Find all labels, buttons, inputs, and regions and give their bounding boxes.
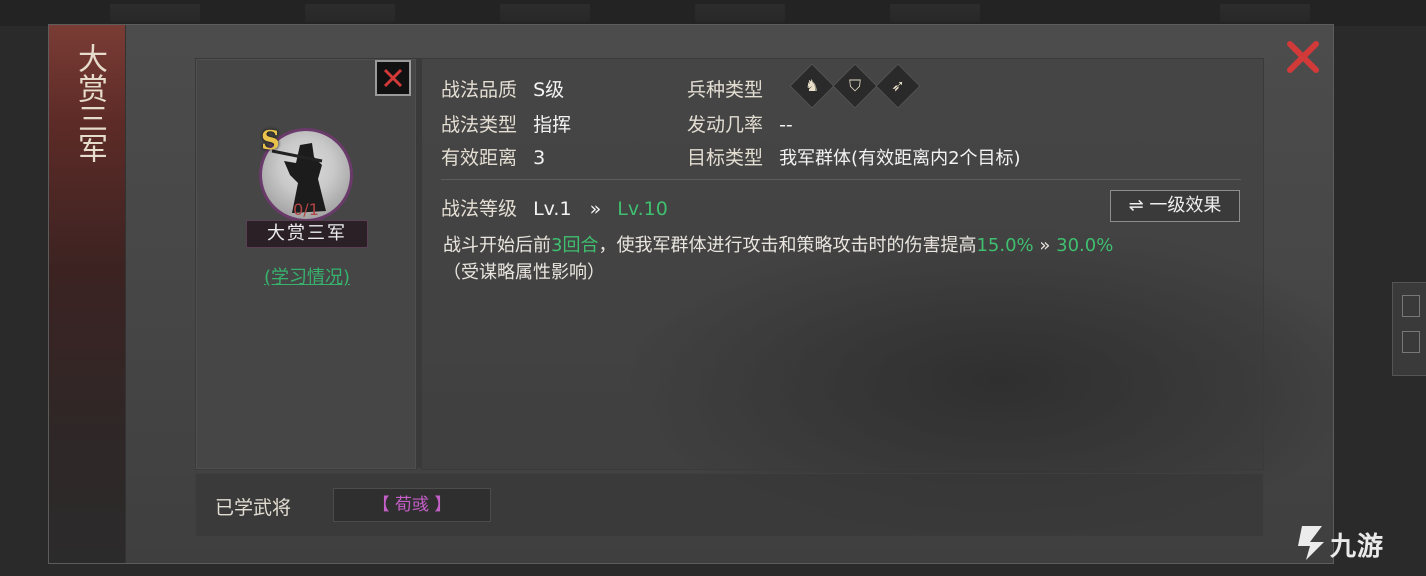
description-part1: 战斗开始后前: [443, 235, 551, 256]
close-icon: [383, 68, 403, 88]
range-row: 有效距离 3: [441, 143, 545, 170]
side-drawer-handle[interactable]: [1392, 282, 1426, 376]
skill-name-plate: 大赏三军: [246, 220, 368, 248]
trigger-rate-row: 发动几率 --: [687, 110, 793, 137]
level-effect-button[interactable]: ⇌ 一级效果: [1110, 190, 1240, 222]
top-navigation-bar: [0, 0, 1426, 26]
description-rounds: 3回合: [551, 235, 599, 256]
grade-letter: S: [261, 126, 280, 156]
level-label: 战法等级: [441, 198, 518, 220]
description-value-to: 30.0%: [1056, 235, 1114, 256]
learn-count: 0/1: [293, 200, 319, 219]
skill-type-row: 战法类型 指挥: [441, 110, 571, 137]
quality-value: S级: [533, 79, 565, 101]
skill-title: 大赏三军: [72, 43, 107, 163]
description-note: （受谋略属性影响）: [443, 262, 605, 283]
level-current: Lv.1: [533, 198, 572, 220]
level-arrow-icon: »: [589, 198, 602, 220]
nav-tab[interactable]: [1220, 4, 1310, 22]
quality-row: 战法品质 S级: [441, 75, 564, 102]
unit-type-label: 兵种类型: [687, 79, 764, 101]
skill-description: 战斗开始后前3回合，使我军群体进行攻击和策略攻击时的伤害提高15.0% » 30…: [443, 231, 1113, 257]
range-value: 3: [533, 147, 546, 169]
description-value-from: 15.0%: [976, 235, 1034, 256]
quality-label: 战法品质: [441, 79, 518, 101]
trigger-rate-label: 发动几率: [687, 114, 764, 136]
target-row: 目标类型 我军群体(有效距离内2个目标): [687, 143, 1021, 170]
learned-general-chip[interactable]: 【 荀彧 】: [333, 488, 491, 522]
range-label: 有效距离: [441, 147, 518, 169]
nav-tab[interactable]: [110, 4, 200, 22]
skill-type-value: 指挥: [533, 114, 572, 136]
skill-detail-panel: 大赏三军 S 0/1 大赏三军 (学习情况) 战法品质 S级 兵种类型 ♞ ⛉ …: [48, 24, 1334, 564]
nav-tab[interactable]: [890, 4, 980, 22]
close-icon[interactable]: [1285, 39, 1321, 75]
nav-tab[interactable]: [695, 4, 785, 22]
watermark-logo-icon: [1298, 526, 1324, 560]
section-divider: [441, 179, 1241, 180]
learned-generals-label: 已学武将: [215, 497, 292, 519]
close-skill-button[interactable]: [375, 60, 411, 96]
skill-type-label: 战法类型: [441, 114, 518, 136]
target-value: 我军群体(有效距离内2个目标): [779, 148, 1021, 169]
study-status-link[interactable]: (学习情况): [245, 263, 369, 289]
description-arrow-icon: »: [1039, 235, 1051, 256]
description-part2: ，使我军群体进行攻击和策略攻击时的伤害提高: [598, 235, 977, 256]
title-banner: 大赏三军: [49, 25, 126, 563]
level-max: Lv.10: [617, 198, 668, 220]
unit-type-row: 兵种类型: [687, 75, 763, 102]
target-label: 目标类型: [687, 147, 764, 169]
nav-tab[interactable]: [500, 4, 590, 22]
nav-tab[interactable]: [305, 4, 395, 22]
level-row: 战法等级 Lv.1 » Lv.10: [441, 194, 668, 221]
trigger-rate-value: --: [779, 114, 793, 136]
watermark-text: 九游: [1330, 532, 1385, 562]
